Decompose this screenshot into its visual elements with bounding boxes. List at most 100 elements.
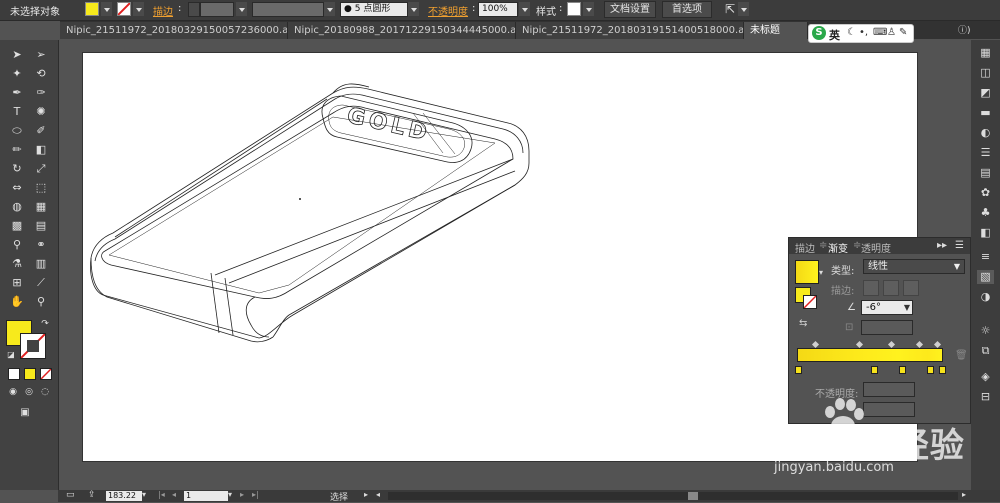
type-tool-icon[interactable]: T: [8, 103, 26, 120]
gradient-type-select[interactable]: 线性 ▼: [863, 259, 965, 274]
tab-stroke[interactable]: 描边: [795, 240, 815, 255]
links-panel-icon[interactable]: ⊟: [977, 390, 994, 404]
layers-panel-icon[interactable]: ◈: [977, 370, 994, 384]
opacity-label[interactable]: 不透明度: [428, 3, 468, 18]
style-swatch[interactable]: [567, 2, 581, 16]
selection-tool-icon[interactable]: ➤: [8, 46, 26, 63]
curvature-tool-icon[interactable]: ✑: [32, 84, 50, 101]
color-mode-icon[interactable]: [8, 368, 20, 380]
status-menu-icon[interactable]: ▸: [364, 490, 368, 499]
stroke-along-icon[interactable]: [883, 280, 899, 296]
aspect-ratio-field[interactable]: [861, 320, 913, 335]
screen-mode-icon[interactable]: ▣: [16, 404, 34, 421]
rotate-tool-icon[interactable]: ↻: [8, 160, 26, 177]
graphic-styles-icon[interactable]: ◧: [977, 226, 994, 240]
artboard-nav-icon[interactable]: ▭: [66, 490, 75, 500]
swatches-panel-icon[interactable]: ▤: [977, 166, 994, 180]
artboard-number-field[interactable]: 1: [184, 491, 228, 501]
last-artboard-icon[interactable]: ▸|: [252, 490, 259, 499]
brush-definition[interactable]: ● 5 点圆形: [340, 2, 408, 17]
width-tool-icon[interactable]: ⇔: [8, 179, 26, 196]
panel-menu-icon[interactable]: ☰: [955, 240, 964, 251]
tab-document-3[interactable]: Nipic_21511972_20180319151400518000.ai* …: [516, 22, 744, 39]
collapse-panel-icon[interactable]: ▸▸: [937, 240, 947, 251]
gradient-midpoint[interactable]: [887, 340, 896, 349]
appearance-panel-icon[interactable]: ☼: [977, 324, 994, 338]
keyboard-icon[interactable]: ⌨: [873, 27, 887, 38]
gradient-stop[interactable]: [927, 366, 934, 374]
symbols-panel-icon[interactable]: ♣: [977, 206, 994, 220]
brush-dropdown[interactable]: [408, 2, 419, 16]
eraser-tool-icon[interactable]: ◧: [32, 141, 50, 158]
first-artboard-icon[interactable]: |◂: [158, 490, 165, 499]
eyedropper-tool-icon[interactable]: ⚲: [8, 236, 26, 253]
user-icon[interactable]: ♙: [887, 27, 896, 38]
moon-icon[interactable]: ☾: [847, 27, 856, 38]
sogou-logo-icon[interactable]: S: [812, 26, 826, 40]
gradient-stop[interactable]: [871, 366, 878, 374]
swap-colors-icon[interactable]: ↷: [36, 316, 54, 333]
pencil-tool-icon[interactable]: ✏: [8, 141, 26, 158]
lasso-tool-icon[interactable]: ⟲: [32, 65, 50, 82]
column-graph-tool-icon[interactable]: ▥: [32, 255, 50, 272]
opacity-field[interactable]: 100%: [478, 2, 518, 17]
none-mode-icon[interactable]: [40, 368, 52, 380]
slice-tool-icon[interactable]: ⟋: [32, 274, 50, 291]
gradient-thumbnail-dropdown[interactable]: ▾: [819, 268, 823, 277]
gradient-tool-icon[interactable]: ▤: [32, 217, 50, 234]
transform-panel-icon[interactable]: ⧉: [977, 344, 994, 358]
opacity-dropdown[interactable]: [519, 2, 530, 16]
wrench-icon[interactable]: ✎: [899, 27, 907, 38]
artboard-tool-icon[interactable]: ⊞: [8, 274, 26, 291]
variable-width-profile[interactable]: [252, 2, 324, 17]
color-panel-icon[interactable]: ◐: [977, 126, 994, 140]
gradient-thumbnail[interactable]: [795, 260, 819, 284]
stroke-across-icon[interactable]: [903, 280, 919, 296]
align-panel-icon[interactable]: ▬: [977, 106, 994, 120]
tab-transparency[interactable]: 透明度: [861, 240, 891, 255]
stroke-dropdown[interactable]: [133, 2, 144, 16]
draw-inside-icon[interactable]: ◌: [36, 384, 54, 401]
color-guide-icon[interactable]: ☰: [977, 146, 994, 160]
gradient-stop[interactable]: [939, 366, 946, 374]
punctuation-icon[interactable]: •,: [859, 27, 868, 38]
tab-document-active[interactable]: 未标题: [744, 22, 808, 39]
document-setup-button[interactable]: 文档设置: [604, 1, 656, 18]
magic-wand-tool-icon[interactable]: ✦: [8, 65, 26, 82]
direct-selection-tool-icon[interactable]: ➢: [32, 46, 50, 63]
symbol-sprayer-tool-icon[interactable]: ⚗: [8, 255, 26, 272]
shape-builder-tool-icon[interactable]: ◍: [8, 198, 26, 215]
preferences-button[interactable]: 首选项: [662, 1, 712, 18]
brushes-panel-icon[interactable]: ✿: [977, 186, 994, 200]
fill-dropdown[interactable]: [101, 2, 112, 16]
gradient-stop[interactable]: [899, 366, 906, 374]
gradient-slider[interactable]: [797, 348, 943, 362]
pen-tool-icon[interactable]: ✒: [8, 84, 26, 101]
tab-document-1[interactable]: Nipic_21511972_20180329150057236000.ai* …: [60, 22, 288, 39]
arrange-documents-icon[interactable]: ⇱: [725, 2, 735, 16]
angle-field[interactable]: -6° ▼: [861, 300, 913, 315]
scroll-right-icon[interactable]: ▸: [962, 490, 966, 499]
next-artboard-icon[interactable]: ▸: [240, 490, 244, 499]
fill-swatch[interactable]: [85, 2, 99, 16]
transparency-panel-icon[interactable]: ◑: [977, 290, 994, 304]
stroke-panel-icon[interactable]: ≡: [977, 250, 994, 264]
free-transform-tool-icon[interactable]: ⬚: [32, 179, 50, 196]
pathfinder-icon[interactable]: ◩: [977, 86, 994, 100]
reverse-gradient-icon[interactable]: ⇆: [799, 318, 807, 329]
layers-stack-icon[interactable]: ◫: [977, 66, 994, 80]
ime-lang[interactable]: 英: [829, 27, 840, 43]
stroke-weight-stepper[interactable]: [188, 2, 200, 17]
scrollbar-thumb[interactable]: [688, 492, 698, 500]
stroke-label[interactable]: 描边: [153, 3, 173, 18]
zoom-field[interactable]: 183.22: [106, 491, 142, 501]
stroke-swatch[interactable]: [117, 2, 131, 16]
blend-tool-icon[interactable]: ⚭: [32, 236, 50, 253]
scroll-left-icon[interactable]: ◂: [376, 490, 380, 499]
prev-artboard-icon[interactable]: ◂: [172, 490, 176, 499]
hand-tool-icon[interactable]: ✋: [8, 293, 26, 310]
profile-dropdown[interactable]: [324, 2, 335, 16]
tab-gradient[interactable]: 渐变: [828, 240, 848, 255]
horizontal-scrollbar[interactable]: [388, 492, 958, 500]
perspective-grid-tool-icon[interactable]: ▦: [32, 198, 50, 215]
